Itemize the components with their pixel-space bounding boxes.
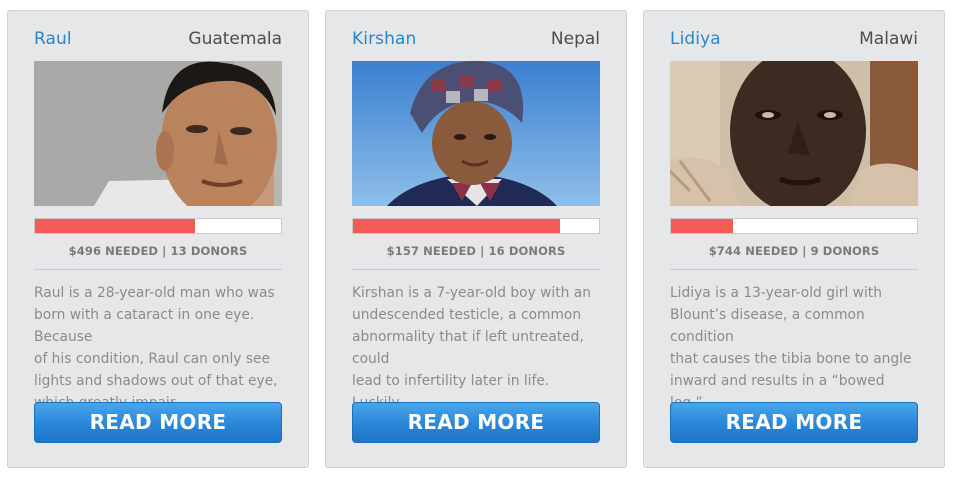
divider (352, 269, 600, 270)
funding-progress-fill (35, 219, 195, 233)
patient-name-link[interactable]: Raul (34, 29, 72, 49)
patient-description: Raul is a 28-year-old man who was born w… (34, 285, 278, 411)
patient-cards: Raul Guatemala $496 NEEDED | 13 DONORS R… (0, 0, 956, 482)
patient-country: Nepal (550, 29, 600, 49)
patient-name-link[interactable]: Kirshan (352, 29, 416, 49)
patient-country: Guatemala (188, 29, 282, 49)
patient-country: Malawi (859, 29, 918, 49)
funding-stats: $744 NEEDED | 9 DONORS (708, 244, 880, 258)
funding-stats: $157 NEEDED | 16 DONORS (386, 244, 566, 258)
funding-progress-bar (670, 218, 918, 234)
patient-card-lidiya: Lidiya Malawi $744 NEEDED | 9 DONORS Lid… (643, 10, 945, 468)
funding-progress-fill (671, 219, 733, 233)
patient-name-link[interactable]: Lidiya (670, 29, 721, 49)
patient-photo[interactable] (34, 61, 282, 206)
funding-progress-fill (353, 219, 560, 233)
patient-card-raul: Raul Guatemala $496 NEEDED | 13 DONORS R… (7, 10, 309, 468)
read-more-button[interactable]: READ MORE (670, 402, 918, 443)
read-more-button[interactable]: READ MORE (352, 402, 600, 443)
divider (34, 269, 282, 270)
funding-stats: $496 NEEDED | 13 DONORS (68, 244, 248, 258)
patient-photo[interactable] (670, 61, 918, 206)
funding-progress-bar (352, 218, 600, 234)
divider (670, 269, 918, 270)
patient-photo[interactable] (352, 61, 600, 206)
funding-progress-bar (34, 218, 282, 234)
patient-card-kirshan: Kirshan Nepal $157 NEEDED | 16 DONORS Ki… (325, 10, 627, 468)
read-more-button[interactable]: READ MORE (34, 402, 282, 443)
